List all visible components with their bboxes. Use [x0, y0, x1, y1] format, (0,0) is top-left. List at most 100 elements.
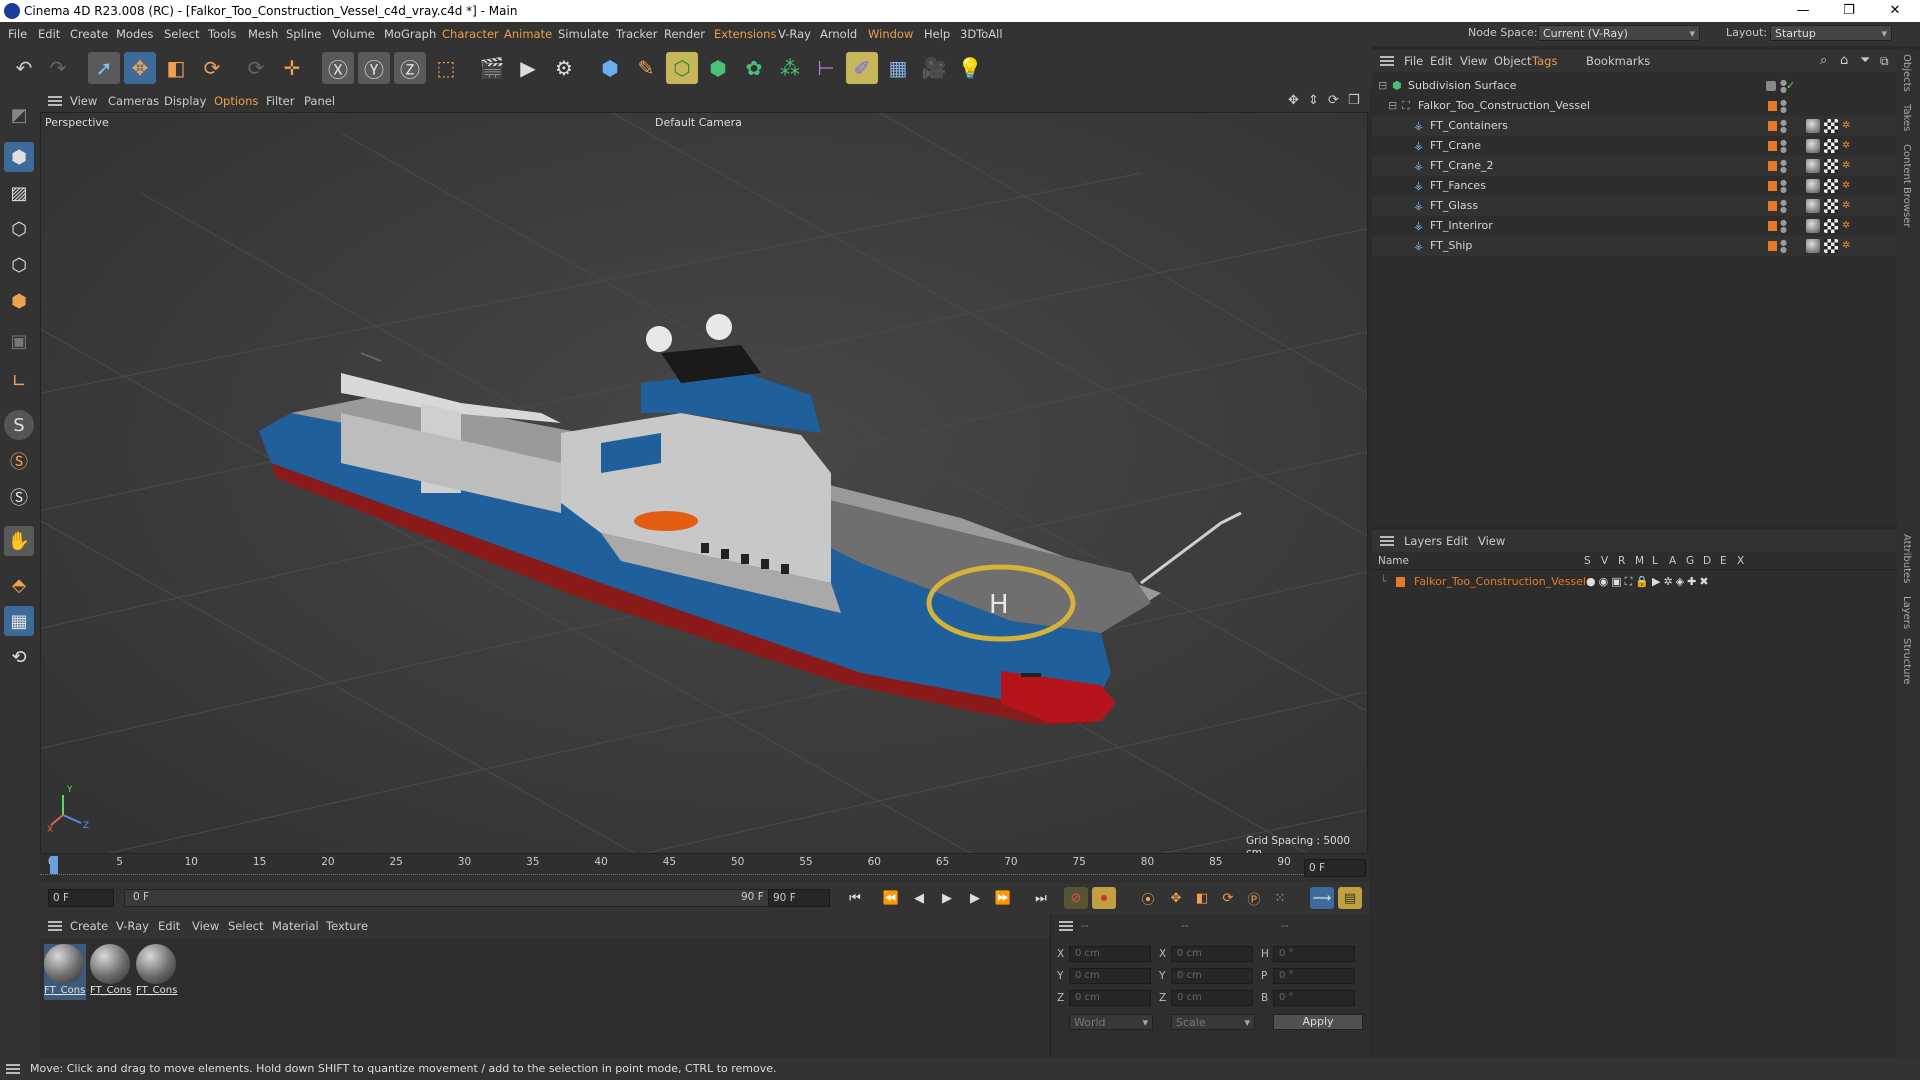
visibility-dots-icon[interactable]: ● ●: [1780, 199, 1787, 214]
layer-col-e[interactable]: E: [1720, 555, 1727, 567]
layer-color-icon[interactable]: [1768, 121, 1777, 131]
menu-extensions[interactable]: Extensions: [714, 22, 776, 46]
field-icon[interactable]: ✐: [846, 52, 878, 84]
layer-col-v[interactable]: V: [1601, 555, 1608, 567]
phong-tag-icon[interactable]: [1806, 179, 1820, 193]
viewport-zoom-icon[interactable]: ⇕: [1308, 90, 1319, 112]
go-to-end-icon[interactable]: ⏭: [1030, 887, 1052, 909]
menu-character[interactable]: Character: [442, 22, 499, 46]
size-z-field[interactable]: 0 cm: [1171, 990, 1253, 1006]
menu-simulate[interactable]: Simulate: [558, 22, 609, 46]
lock-workplane-icon[interactable]: ⟲: [4, 642, 34, 672]
edges-mode-icon[interactable]: ⬡: [4, 250, 34, 280]
previous-frame-icon[interactable]: ◀: [908, 887, 930, 909]
make-editable-icon[interactable]: ◩: [4, 100, 34, 130]
scale-tool-icon[interactable]: ◧: [160, 52, 192, 84]
material-tag-icon[interactable]: [1824, 179, 1838, 193]
tab-layers[interactable]: Layers: [1901, 596, 1912, 629]
points-mode-icon[interactable]: ⬡: [4, 214, 34, 244]
menu-tools[interactable]: Tools: [208, 22, 236, 46]
current-frame-field[interactable]: 0 F: [1304, 859, 1366, 877]
layers-menu-edit[interactable]: Edit: [1446, 530, 1468, 552]
snap-icon[interactable]: S: [4, 410, 34, 440]
material-menu-create[interactable]: Create: [70, 915, 108, 937]
objects-menu-object[interactable]: Object: [1494, 50, 1531, 72]
layer-col-g[interactable]: G: [1686, 555, 1694, 567]
subdivision-surface-icon[interactable]: ⬡: [666, 52, 698, 84]
objects-menu-bookmarks[interactable]: Bookmarks: [1586, 50, 1650, 72]
material-tag-icon[interactable]: [1824, 239, 1838, 253]
coords-hamburger-icon[interactable]: [1059, 921, 1073, 931]
z-axis-icon[interactable]: Ⓩ: [394, 52, 426, 84]
status-hamburger-icon[interactable]: [6, 1064, 20, 1074]
menu-arnold[interactable]: Arnold: [820, 22, 857, 46]
object-name[interactable]: FT_Crane: [1430, 136, 1481, 156]
layer-color-icon[interactable]: [1768, 161, 1777, 171]
material-menu-edit[interactable]: Edit: [158, 915, 180, 937]
position-y-field[interactable]: 0 cm: [1069, 968, 1151, 984]
spline-pen-icon[interactable]: ✎: [630, 52, 662, 84]
node-space-dropdown[interactable]: Current (V-Ray): [1538, 25, 1700, 42]
vray-tag-icon[interactable]: ✲: [1842, 179, 1856, 193]
layer-col-a[interactable]: A: [1669, 555, 1676, 567]
live-selection-icon[interactable]: ⟳: [240, 52, 272, 84]
world-dropdown[interactable]: World: [1069, 1014, 1153, 1031]
material-menu-material[interactable]: Material: [272, 915, 319, 937]
object-name[interactable]: FT_Interiror: [1430, 216, 1493, 236]
menu-select[interactable]: Select: [164, 22, 199, 46]
light-icon[interactable]: 💡: [954, 52, 986, 84]
material-swatch[interactable]: FT_Cons: [136, 944, 178, 1000]
extrude-icon[interactable]: ⬢: [702, 52, 734, 84]
previous-key-icon[interactable]: ⏪: [880, 887, 902, 909]
x-axis-icon[interactable]: Ⓧ: [322, 52, 354, 84]
add-icon[interactable]: ✛: [276, 52, 308, 84]
object-row[interactable]: ⚶ FT_Crane_2 ● ● ✲: [1372, 156, 1897, 176]
autokey-icon[interactable]: ⏺: [1092, 887, 1116, 909]
apply-button[interactable]: Apply: [1273, 1014, 1363, 1030]
redo-icon[interactable]: ↷: [42, 52, 74, 84]
texture-mode-icon[interactable]: ▨: [4, 178, 34, 208]
tab-attributes[interactable]: Attributes: [1901, 534, 1912, 583]
menu-create[interactable]: Create: [70, 22, 108, 46]
objects-menu-view[interactable]: View: [1460, 50, 1487, 72]
next-frame-icon[interactable]: ▶: [964, 887, 986, 909]
key-position-icon[interactable]: ✥: [1164, 887, 1188, 909]
scale-dropdown[interactable]: Scale: [1171, 1014, 1255, 1031]
render-picture-viewer-icon[interactable]: ▶: [512, 52, 544, 84]
bend-deformer-icon[interactable]: ⊢: [810, 52, 842, 84]
viewport-menu-view[interactable]: View: [70, 90, 97, 112]
menu-window[interactable]: Window: [868, 22, 913, 46]
axis-mode-icon[interactable]: ∟: [4, 366, 34, 396]
layer-col-r[interactable]: R: [1618, 555, 1625, 567]
objects-filter-icon[interactable]: ⏷: [1860, 50, 1870, 72]
workplane-icon[interactable]: ⬘: [4, 570, 34, 600]
uv-mode-icon[interactable]: ▣: [4, 326, 34, 356]
phong-tag-icon[interactable]: [1806, 139, 1820, 153]
preview-range-slider[interactable]: 0 F 90 F: [124, 889, 784, 907]
material-tag-icon[interactable]: [1824, 139, 1838, 153]
minimize-button[interactable]: —: [1780, 0, 1826, 22]
object-row-vessel[interactable]: ⊟ ⛶ Falkor_Too_Construction_Vessel ● ●: [1372, 96, 1897, 116]
enabled-check-icon[interactable]: ✓: [1786, 80, 1798, 92]
visibility-dots-icon[interactable]: ● ●: [1780, 79, 1787, 94]
visibility-dots-icon[interactable]: ● ●: [1780, 119, 1787, 134]
object-row[interactable]: ⚶ FT_Interiror ● ● ✲: [1372, 216, 1897, 236]
visibility-dots-icon[interactable]: ● ●: [1780, 159, 1787, 174]
end-frame-field[interactable]: 90 F: [768, 889, 830, 907]
collapse-icon[interactable]: ⊟: [1378, 80, 1390, 92]
key-scale-icon[interactable]: ◧: [1190, 887, 1214, 909]
object-row[interactable]: ⚶ FT_Glass ● ● ✲: [1372, 196, 1897, 216]
menu-file[interactable]: File: [8, 22, 27, 46]
workplane-snap-icon[interactable]: Ⓢ: [4, 482, 34, 512]
menu-help[interactable]: Help: [924, 22, 950, 46]
menu-edit[interactable]: Edit: [38, 22, 60, 46]
layer-row[interactable]: └ Falkor_Too_Construction_Vessel ●◉▣⛶🔒▶✲…: [1372, 572, 1897, 592]
vray-tag-icon[interactable]: ✲: [1842, 219, 1856, 233]
tab-objects[interactable]: Objects: [1901, 54, 1912, 92]
menu-volume[interactable]: Volume: [332, 22, 375, 46]
object-name[interactable]: FT_Crane_2: [1430, 156, 1494, 176]
position-x-field[interactable]: 0 cm: [1069, 946, 1151, 962]
viewport-menu-options[interactable]: Options: [214, 90, 258, 112]
material-menu-view[interactable]: View: [192, 915, 219, 937]
vray-tag-icon[interactable]: ✲: [1842, 159, 1856, 173]
